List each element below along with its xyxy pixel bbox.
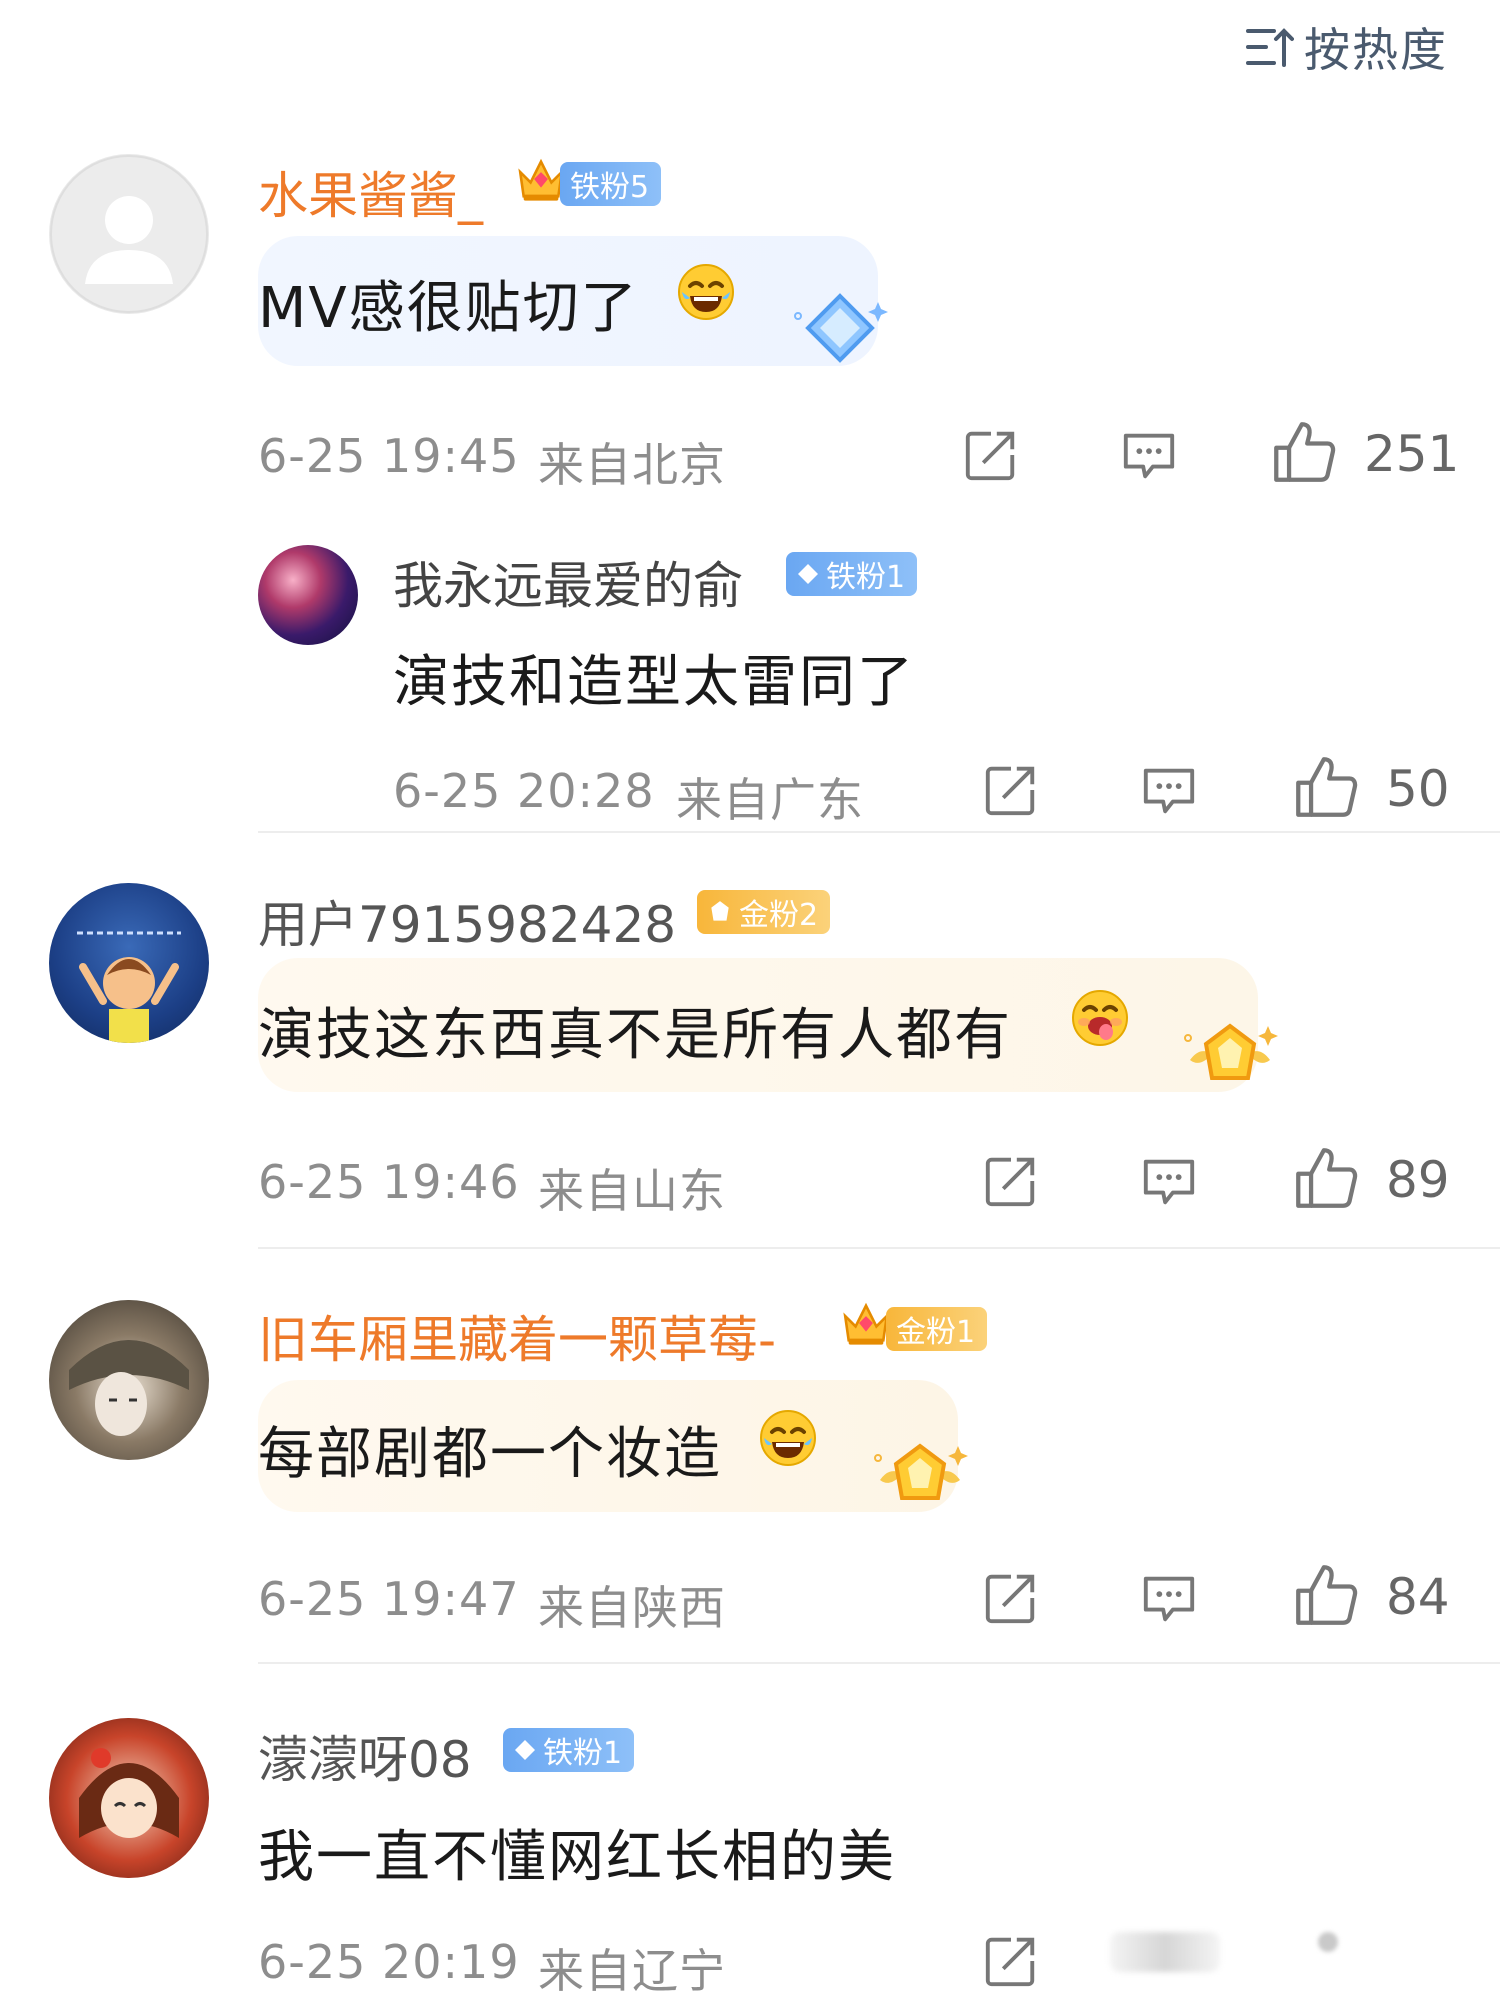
like-count: 50 <box>1386 760 1450 818</box>
username[interactable]: 我永远最爱的俞 <box>393 546 743 618</box>
divider <box>258 831 1500 833</box>
fan-badge[interactable]: 铁粉1 <box>503 1728 635 1772</box>
share-icon[interactable] <box>962 426 1020 488</box>
like-count: 251 <box>1364 425 1460 483</box>
like-count: 89 <box>1386 1151 1450 1209</box>
avatar[interactable] <box>49 1718 209 1878</box>
comment-time: 6-25 19:45 <box>258 429 520 483</box>
share-icon[interactable] <box>982 1152 1040 1214</box>
gold-gem-decoration-icon <box>870 1436 970 1520</box>
comment-location: 来自山东 <box>538 1164 726 1218</box>
like-icon[interactable] <box>1294 1563 1358 1631</box>
like-icon[interactable] <box>1294 1146 1358 1214</box>
username[interactable]: 旧车厢里藏着一颗草莓- <box>258 1300 776 1372</box>
comment-time: 6-25 20:28 <box>393 764 655 818</box>
divider <box>258 1247 1500 1249</box>
username[interactable]: 水果酱酱_ <box>258 156 483 228</box>
diamond-icon <box>798 564 818 584</box>
comment-location: 来自辽宁 <box>538 1944 726 1998</box>
comment-location: 来自陕西 <box>538 1581 726 1635</box>
sort-label: 按热度 <box>1304 23 1448 77</box>
divider <box>258 1662 1500 1664</box>
avatar[interactable] <box>258 545 358 645</box>
comment-text: 演技这东西真不是所有人都有 <box>258 1003 1012 1068</box>
laugh-cry-emoji <box>758 1408 818 1472</box>
gem-icon <box>711 901 729 921</box>
blurred-overlay <box>1110 1932 1220 1972</box>
username[interactable]: 濛濛呀08 <box>258 1720 472 1792</box>
like-icon[interactable] <box>1294 755 1358 823</box>
sort-by-hot-button[interactable]: 按热度 <box>1244 14 1448 80</box>
like-count: 84 <box>1386 1568 1450 1626</box>
comment-location: 来自北京 <box>538 438 726 492</box>
sort-icon <box>1246 28 1294 67</box>
gold-gem-decoration-icon <box>1180 1016 1280 1100</box>
comment-time: 6-25 19:47 <box>258 1572 520 1626</box>
username[interactable]: 用户7915982428 <box>258 885 676 957</box>
comment-text: MV感很贴切了 <box>258 276 639 341</box>
avatar[interactable] <box>49 154 209 314</box>
fan-badge[interactable]: 金粉2 <box>697 890 831 934</box>
comment-text: 我一直不懂网红长相的美 <box>258 1825 896 1890</box>
avatar[interactable] <box>49 1300 209 1460</box>
share-icon[interactable] <box>982 761 1040 823</box>
crown-icon <box>840 1297 892 1353</box>
avatar[interactable] <box>49 883 209 1043</box>
share-icon[interactable] <box>982 1569 1040 1631</box>
drool-emoji <box>1070 988 1130 1052</box>
comment-text: 每部剧都一个妆造 <box>258 1422 722 1487</box>
share-icon[interactable] <box>982 1932 1040 1994</box>
reply-icon[interactable] <box>1140 761 1198 823</box>
reply-icon[interactable] <box>1140 1152 1198 1214</box>
fan-badge[interactable]: 铁粉5 <box>560 162 662 206</box>
reply-icon[interactable] <box>1120 426 1178 488</box>
diamond-decoration-icon <box>790 288 890 372</box>
comment-location: 来自广东 <box>676 773 864 827</box>
comment-time: 6-25 20:19 <box>258 1935 520 1989</box>
blurred-overlay <box>1318 1932 1338 1952</box>
like-icon[interactable] <box>1272 420 1336 488</box>
diamond-icon <box>515 1740 535 1760</box>
fan-badge[interactable]: 金粉1 <box>886 1307 988 1351</box>
laugh-cry-emoji <box>676 262 736 326</box>
fan-badge[interactable]: 铁粉1 <box>786 552 918 596</box>
reply-icon[interactable] <box>1140 1569 1198 1631</box>
comment-time: 6-25 19:46 <box>258 1155 520 1209</box>
comment-text: 演技和造型太雷同了 <box>393 650 915 715</box>
